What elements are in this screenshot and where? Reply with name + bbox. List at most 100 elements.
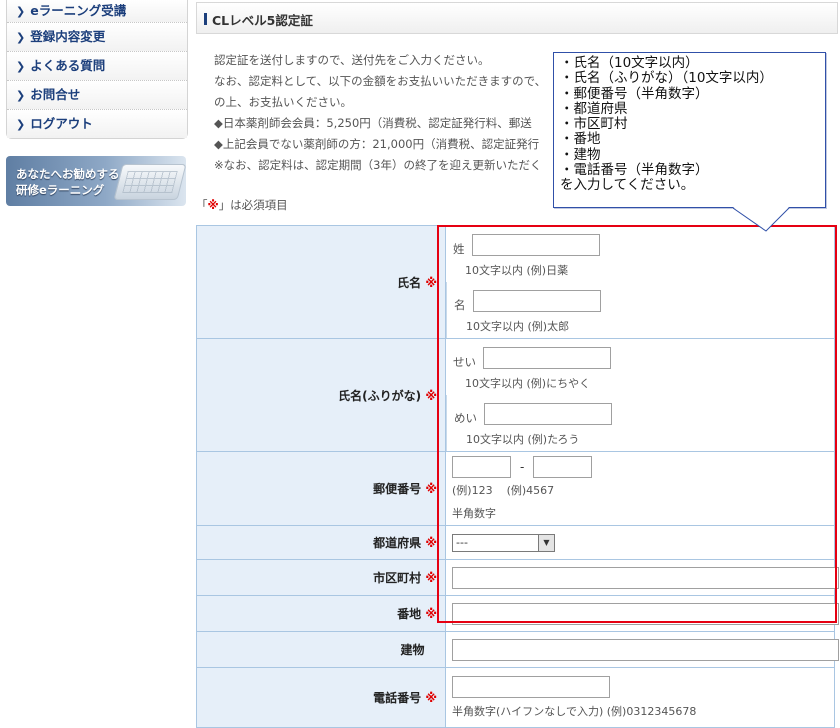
label-zip: 郵便番号: [373, 482, 422, 496]
label-building: 建物: [400, 643, 425, 657]
form-label: 番地 ※: [196, 595, 446, 632]
kana-mei-input[interactable]: [484, 403, 612, 425]
address-input[interactable]: [452, 602, 839, 625]
form-field-cell: 姓 10文字以内 (例)日薬 名 10文字以内 (例)太郎: [445, 225, 835, 339]
chevron-right-icon: ❯: [16, 89, 26, 102]
required-mark: ※: [425, 482, 437, 496]
form-field-cell: [445, 595, 839, 632]
required-note-open: 「: [196, 198, 208, 212]
city-input[interactable]: [452, 566, 839, 589]
banner-line-1: あなたへお勧めする: [16, 167, 120, 181]
sidebar-item-label: ログアウト: [30, 116, 93, 131]
form-label: 建物: [196, 631, 446, 668]
sidebar-item-logout[interactable]: ❯ ログアウト: [7, 110, 187, 138]
form-label: 氏名 ※: [196, 225, 446, 339]
sidebar-item-label: よくある質問: [30, 58, 106, 73]
page-heading: CLレベル5認定証: [196, 2, 838, 34]
zip-inputs: -: [452, 456, 834, 478]
form-field-cell: - (例)123 (例)4567 半角数字: [445, 451, 835, 526]
tooltip-line: ・市区町村: [560, 116, 628, 133]
zip-example-2: (例)4567: [506, 484, 555, 497]
sidebar-item-label: お問合せ: [30, 87, 81, 102]
chevron-right-icon: ❯: [16, 60, 26, 73]
required-mark: ※: [425, 691, 437, 705]
kana-mei-hint: 10文字以内 (例)たろう: [466, 433, 580, 446]
tooltip-pointer-icon: [733, 207, 790, 232]
zip-first-input[interactable]: [452, 456, 511, 478]
tooltip-line: を入力してください。: [560, 177, 695, 194]
name-sei-prefix: 姓: [453, 242, 465, 256]
tooltip-line: ・都道府県: [560, 100, 628, 117]
form-label: 都道府県 ※: [196, 525, 446, 560]
heading-bar-icon: [204, 13, 207, 25]
page-title: CLレベル5認定証: [212, 13, 313, 28]
zip-example-1: (例)123: [452, 484, 493, 497]
form-row-name: 氏名 ※ 姓 10文字以内 (例)日薬 名 10文字以内 (例)太郎: [196, 225, 835, 339]
tooltip-line: ・氏名（10文字以内）: [560, 55, 699, 71]
form-label: 氏名(ふりがな) ※: [196, 338, 446, 452]
name-sei-input[interactable]: [472, 234, 600, 256]
form-field-cell: [445, 559, 839, 596]
prefecture-select[interactable]: --- ▼: [452, 533, 555, 552]
tooltip-line: ・番地: [560, 131, 601, 148]
label-prefecture: 都道府県: [373, 536, 422, 550]
form-row-address: 番地 ※: [196, 595, 839, 632]
sidebar-item-faq[interactable]: ❯ よくある質問: [7, 52, 187, 81]
sidebar-item-label: eラーニング受講: [30, 3, 127, 18]
label-name: 氏名: [397, 275, 422, 290]
building-input[interactable]: [452, 638, 839, 661]
form-row-prefecture: 都道府県 ※ --- ▼: [196, 525, 835, 560]
form-row-kana: 氏名(ふりがな) ※ せい 10文字以内 (例)にちやく めい 10文字以内 (…: [196, 338, 835, 452]
required-mark: ※: [207, 198, 219, 212]
sidebar-item-elearning[interactable]: ❯ eラーニング受講: [7, 0, 187, 23]
sidebar-item-label: 登録内容変更: [30, 29, 106, 44]
sidebar-item-contact[interactable]: ❯ お問合せ: [7, 81, 187, 110]
chevron-right-icon: ❯: [16, 31, 26, 44]
form-label: 電話番号 ※: [196, 667, 446, 728]
required-mark: ※: [425, 571, 437, 585]
form-field-cell: [445, 631, 839, 668]
required-mark: ※: [425, 388, 437, 403]
dropdown-arrow-icon[interactable]: ▼: [538, 534, 554, 551]
tooltip-line: ・郵便番号（半角数字）: [560, 85, 709, 102]
chevron-right-icon: ❯: [16, 118, 26, 131]
zip-example-hint: (例)123 (例)4567: [452, 482, 834, 498]
kana-sei-input[interactable]: [483, 347, 611, 369]
form-row-zip: 郵便番号 ※ - (例)123 (例)4567 半角数字: [196, 451, 835, 526]
form-row-city: 市区町村 ※: [196, 559, 839, 596]
sidebar-item-profile-edit[interactable]: ❯ 登録内容変更: [7, 23, 187, 52]
required-mark: ※: [425, 536, 437, 550]
required-note-text: 」は必須項目: [218, 198, 288, 212]
zip-separator: -: [520, 460, 525, 474]
prefecture-selected-value: ---: [456, 535, 468, 549]
name-sei-cell: 姓 10文字以内 (例)日薬: [446, 226, 644, 282]
label-phone: 電話番号: [373, 691, 422, 705]
label-address: 番地: [397, 607, 422, 621]
name-mei-prefix: 名: [454, 298, 466, 312]
banner-line-2: 研修eラーニング: [16, 183, 105, 197]
zip-second-input[interactable]: [533, 456, 593, 478]
elearning-banner[interactable]: あなたへお勧めする 研修eラーニング: [6, 156, 186, 206]
tooltip-line: ・氏名（ふりがな）（10文字以内）: [560, 70, 773, 87]
kana-sei-cell: せい 10文字以内 (例)にちやく: [446, 339, 644, 395]
kana-sei-prefix: せい: [453, 355, 476, 369]
label-city: 市区町村: [373, 571, 422, 585]
address-form-table: 氏名 ※ 姓 10文字以内 (例)日薬 名 10文字以内 (例)太郎 氏名(ふり…: [196, 225, 839, 728]
name-mei-input[interactable]: [473, 290, 601, 312]
label-kana: 氏名(ふりがな): [338, 388, 422, 403]
keyboard-icon: [113, 164, 186, 200]
zip-format-hint: 半角数字: [452, 507, 496, 520]
form-label: 郵便番号 ※: [196, 451, 446, 526]
form-field-cell: せい 10文字以内 (例)にちやく めい 10文字以内 (例)たろう: [445, 338, 835, 452]
tooltip-line: ・建物: [560, 146, 601, 163]
name-mei-cell: 名 10文字以内 (例)太郎: [446, 282, 645, 338]
name-mei-hint: 10文字以内 (例)太郎: [466, 320, 570, 333]
phone-input[interactable]: [452, 676, 610, 698]
tooltip-line: ・電話番号（半角数字）: [560, 162, 709, 179]
form-field-cell: --- ▼: [445, 525, 835, 560]
form-row-building: 建物: [196, 631, 839, 668]
form-row-phone: 電話番号 ※ 半角数字(ハイフンなしで入力) (例)0312345678: [196, 667, 835, 728]
chevron-right-icon: ❯: [16, 5, 26, 18]
required-note: 「※」は必須項目: [196, 197, 288, 213]
form-label: 市区町村 ※: [196, 559, 446, 596]
